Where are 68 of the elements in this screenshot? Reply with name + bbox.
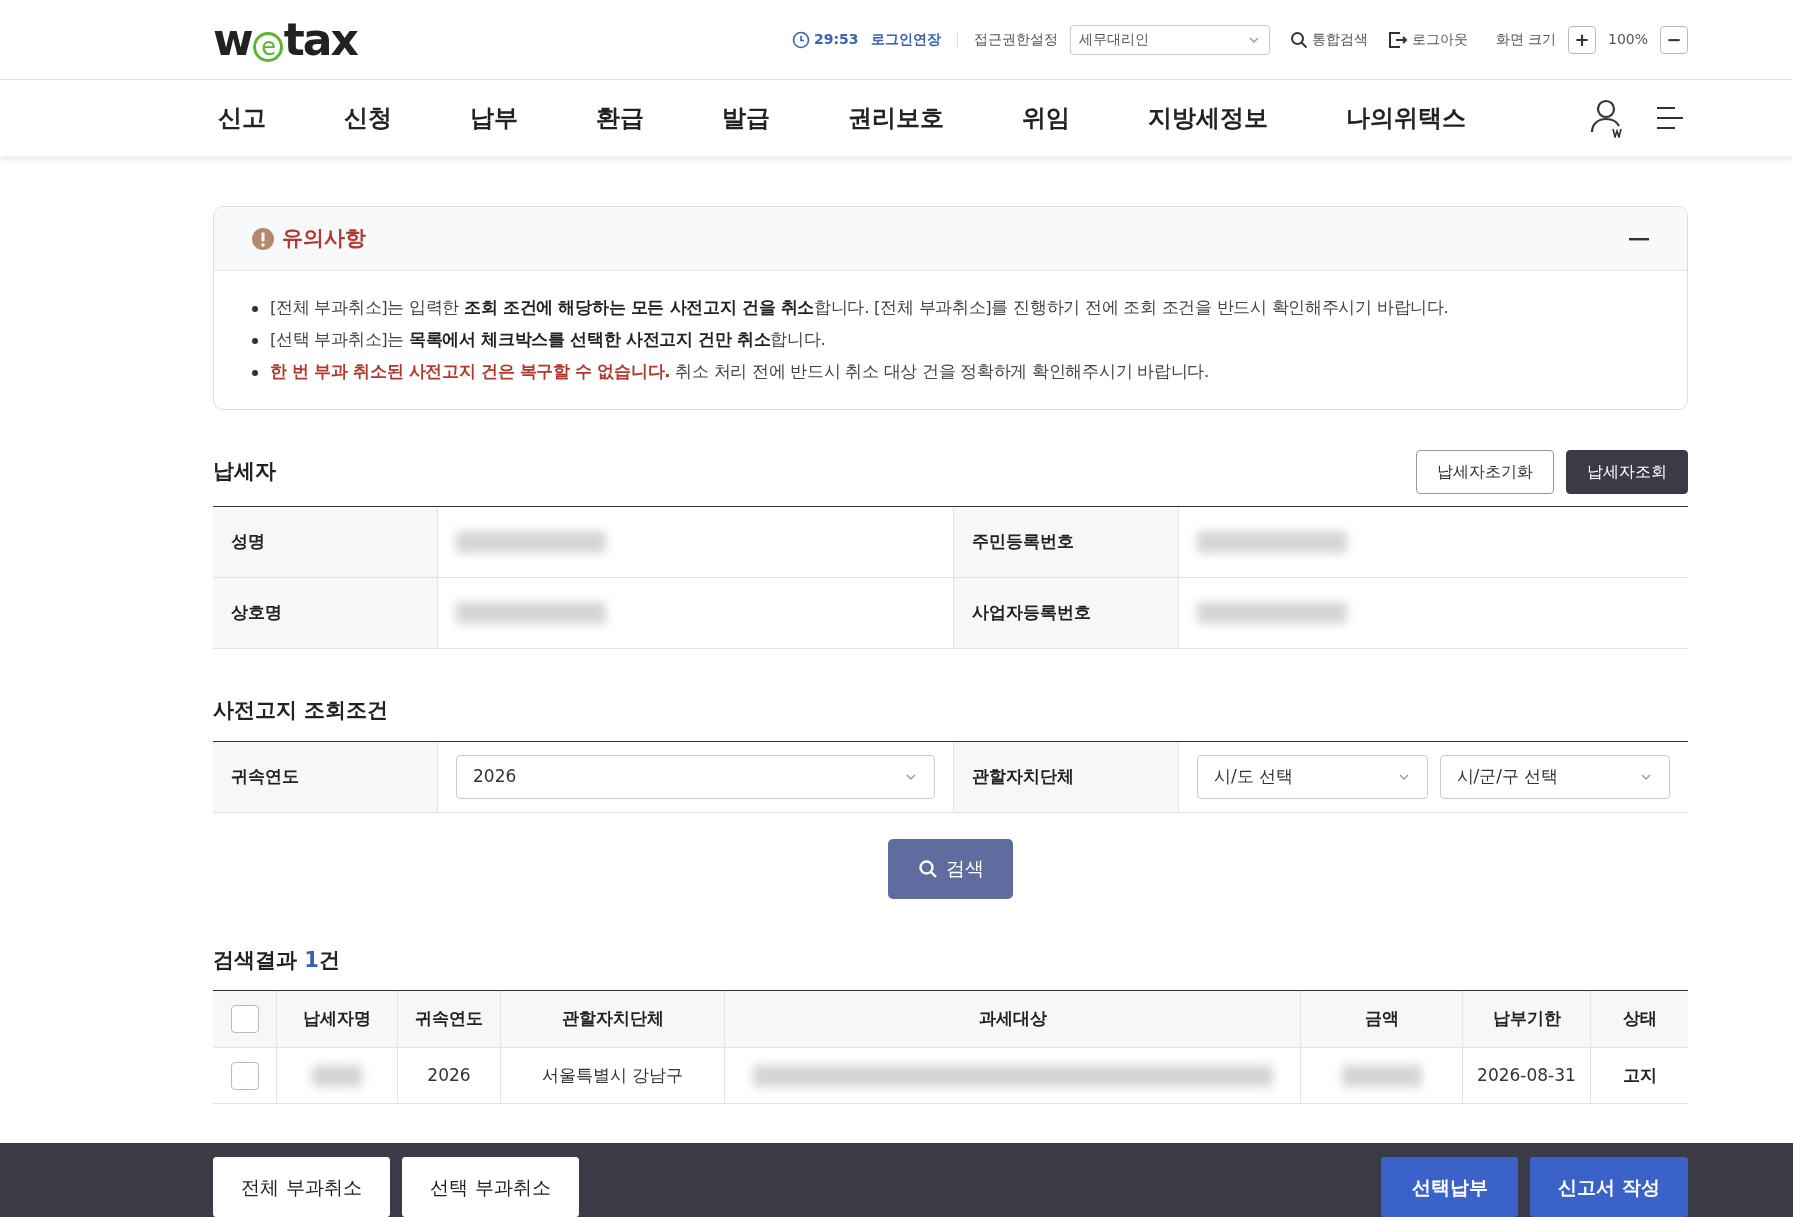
results-title: 건 — [318, 946, 340, 974]
access-select[interactable]: 세무대리인 — [1069, 24, 1270, 55]
column-header: 상태 — [1621, 1007, 1658, 1031]
notice-text: [전체 부과취소]는 입력한 조회 조건에 해당하는 모든 사전고지 건을 취소합니다. [전체 부과취소]를 진행하기 전에 조회 조건을 반드시 확인해주시기 바랍니다. — [270, 297, 1449, 319]
nav-menu-item[interactable]: 권리보호 — [848, 100, 944, 136]
taxpayer-button[interactable]: 납세자조회 — [1566, 450, 1688, 494]
results-title: 검색결과 — [213, 946, 298, 974]
extend-login-link[interactable]: 로그인연장 — [870, 29, 941, 50]
minus-icon — [1629, 236, 1649, 241]
table-cell-text: 서울특별시 강남구 — [541, 1063, 684, 1087]
notice-text: [선택 부과취소]는 목록에서 체크박스를 선택한 사전고지 건만 취소합니다. — [270, 329, 826, 351]
cancel-button[interactable]: 선택 부과취소 — [402, 1157, 579, 1217]
blurred-text — [312, 1064, 362, 1087]
access-label: 접근권한설정 — [973, 30, 1058, 49]
taxpayer-button[interactable]: 납세자초기화 — [1416, 450, 1554, 494]
nav-menu-item[interactable]: 발급 — [722, 100, 770, 136]
zoom-in-button[interactable]: + — [1567, 25, 1596, 54]
zoom-out-button[interactable]: − — [1660, 25, 1688, 54]
column-header: 금액 — [1301, 991, 1463, 1047]
status-text: 고지 — [1622, 1063, 1657, 1087]
results-count: 1 — [304, 946, 319, 974]
bullet-icon — [252, 370, 258, 376]
year-select[interactable]: 2026 — [456, 754, 935, 799]
table-cell-text: 2026-08-31 — [1477, 1063, 1576, 1087]
search-link[interactable]: 통합검색 — [1289, 29, 1368, 50]
nav-menu-item[interactable]: 신고 — [218, 100, 266, 136]
timer-text: 29:53 — [813, 30, 859, 49]
column-header: 납세자명 — [277, 991, 398, 1047]
district-select[interactable]: 시/군/구 선택 — [1439, 754, 1670, 799]
table-cell-text: 2026 — [427, 1063, 471, 1087]
notice-title: 유의사항 — [282, 224, 366, 252]
nav-menu-item[interactable]: 나의위택스 — [1346, 100, 1466, 136]
logout-link[interactable]: 로그아웃 — [1387, 29, 1468, 50]
logout-icon — [1387, 30, 1408, 49]
column-header: 귀속연도 — [398, 991, 501, 1047]
field-label: 관할자치단체 — [954, 741, 1179, 812]
zoom-label: 화면 크기 — [1495, 30, 1556, 49]
column-header: 관할자치단체 — [501, 991, 725, 1047]
notice-text: 한 번 부과 취소된 사전고지 건은 복구할 수 없습니다. 취소 처리 전에 반드시 취소 대상 건을 정확하게 확인해주시기 바랍니다. — [270, 361, 1209, 383]
bullet-icon — [252, 306, 258, 312]
province-select[interactable]: 시/도 선택 — [1197, 754, 1428, 799]
field-label: 주민등록번호 — [954, 507, 1179, 578]
checkbox[interactable] — [230, 1005, 259, 1033]
search-icon — [1289, 30, 1308, 49]
nav-menu-item[interactable]: 신청 — [344, 100, 392, 136]
section-title: 사전고지 조회조건 — [213, 697, 390, 724]
section-title: 납세자 — [213, 458, 276, 486]
column-header: 납부기한 — [1463, 991, 1591, 1047]
search-button[interactable]: 검색 — [888, 838, 1013, 899]
clock-icon — [791, 30, 810, 49]
cancel-button[interactable]: 전체 부과취소 — [213, 1157, 390, 1217]
field-label: 귀속연도 — [213, 741, 438, 812]
nav-menu-item[interactable]: 납부 — [470, 100, 518, 136]
menu-icon[interactable] — [1655, 104, 1685, 132]
action-button[interactable]: 신고서 작성 — [1530, 1157, 1688, 1217]
search-icon — [917, 858, 938, 879]
action-button[interactable]: 선택납부 — [1381, 1157, 1518, 1217]
field-label: 성명 — [213, 507, 438, 578]
checkbox[interactable] — [230, 1061, 259, 1090]
zoom-value: 100% — [1607, 30, 1648, 49]
nav-menu-item[interactable]: 지방세정보 — [1148, 100, 1268, 136]
field-label: 사업자등록번호 — [954, 578, 1179, 649]
bullet-icon — [252, 338, 258, 344]
nav-menu-item[interactable]: 환급 — [596, 100, 644, 136]
nav-menu-item[interactable]: 위임 — [1022, 100, 1070, 136]
column-header: 과세대상 — [725, 991, 1301, 1047]
field-label: 상호명 — [213, 578, 438, 649]
warning-icon — [252, 227, 274, 250]
